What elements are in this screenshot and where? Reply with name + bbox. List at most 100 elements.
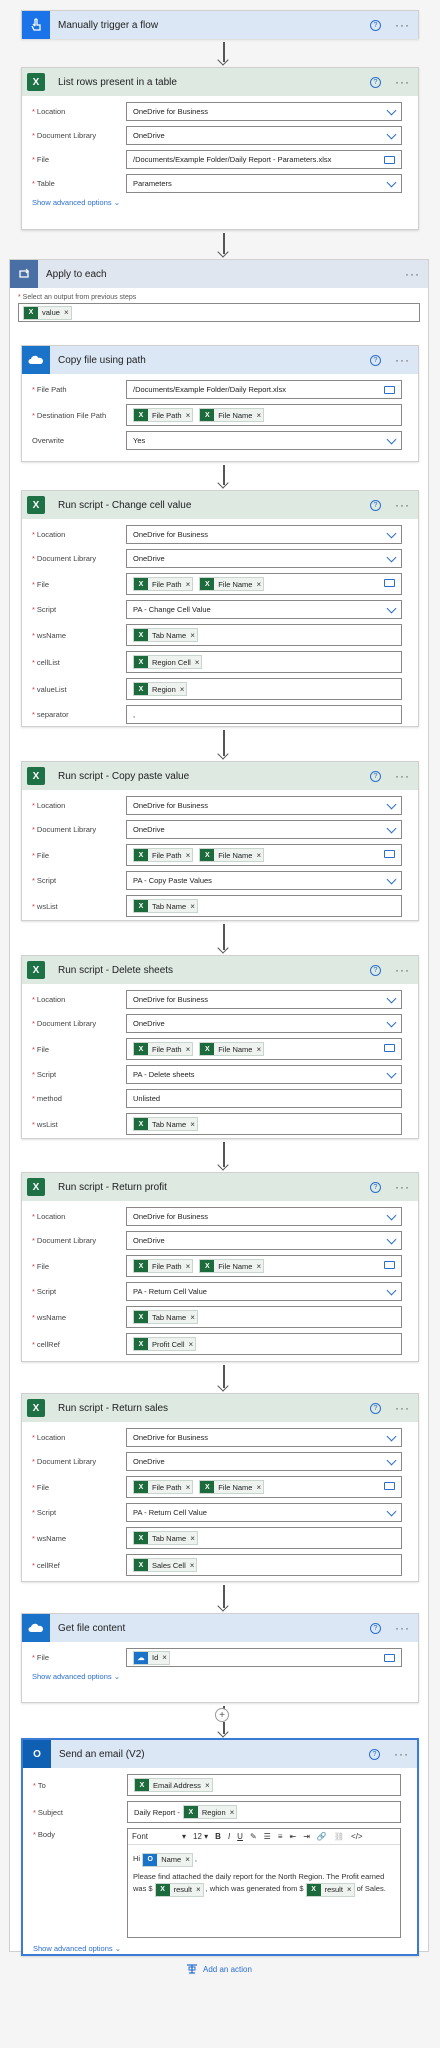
remove-token-icon[interactable]: × — [186, 851, 191, 860]
folder-icon[interactable] — [384, 386, 395, 394]
file-input[interactable]: /Documents/Example Folder/Daily Report -… — [126, 150, 402, 169]
select-output-input[interactable]: Xvalue × — [18, 303, 420, 322]
file-path-input[interactable]: /Documents/Example Folder/Daily Report.x… — [126, 380, 402, 399]
code-view-icon[interactable]: </> — [351, 1832, 363, 1841]
show-advanced-options-link[interactable]: Show advanced options ⌄ — [30, 1672, 410, 1681]
remove-token-icon[interactable]: × — [186, 1045, 191, 1054]
tab-name-token[interactable]: X Tab Name × — [133, 899, 198, 913]
method-input[interactable]: Unlisted — [126, 1089, 402, 1108]
folder-icon[interactable] — [384, 1482, 395, 1490]
name-token[interactable]: O Name × — [142, 1853, 193, 1867]
table-dropdown[interactable]: Parameters — [126, 174, 402, 193]
file-input[interactable]: X File Path × X File Name × — [126, 1038, 402, 1060]
remove-token-icon[interactable]: × — [256, 851, 261, 860]
remove-token-icon[interactable]: × — [190, 631, 195, 640]
location-dropdown[interactable]: OneDrive for Business — [126, 990, 402, 1009]
separator-input[interactable]: , — [126, 705, 402, 724]
tab-name-token[interactable]: X Tab Name × — [133, 628, 198, 642]
file-path-token[interactable]: X File Path × — [133, 848, 194, 862]
more-options-icon[interactable]: ··· — [395, 354, 410, 366]
add-action-button[interactable]: Add an action — [186, 1963, 252, 1975]
more-options-icon[interactable]: ··· — [395, 76, 410, 88]
run-script-return-profit-card[interactable]: X Run script - Return profit ? ··· * Loca… — [21, 1172, 419, 1362]
file-input[interactable]: X File Path × X File Name × — [126, 1476, 402, 1498]
script-dropdown[interactable]: PA - Delete sheets — [126, 1065, 402, 1084]
help-icon[interactable]: ? — [370, 1181, 381, 1193]
file-path-token[interactable]: X File Path × — [133, 408, 194, 422]
show-advanced-options-link[interactable]: Show advanced options ⌄ — [30, 198, 410, 207]
remove-token-icon[interactable]: × — [180, 685, 185, 694]
cellref-input[interactable]: X Profit Cell × — [126, 1333, 402, 1355]
library-dropdown[interactable]: OneDrive — [126, 1014, 402, 1033]
increase-indent-icon[interactable]: ⇥ — [303, 1832, 310, 1841]
help-icon[interactable]: ? — [370, 354, 381, 366]
remove-token-icon[interactable]: × — [186, 1483, 191, 1492]
body-editor[interactable]: Font ▾ 12 ▾ B I U ✎ ☰ ≡ ⇤ ⇥ 🔗 ⛓ </> Hi ON… — [127, 1828, 401, 1938]
file-name-token[interactable]: X File Name × — [199, 1480, 265, 1494]
file-input[interactable]: X File Path × X File Name × — [126, 573, 402, 595]
underline-icon[interactable]: U — [237, 1832, 243, 1841]
location-dropdown[interactable]: OneDrive for Business — [126, 1428, 402, 1447]
more-options-icon[interactable]: ··· — [405, 268, 420, 280]
remove-token-icon[interactable]: × — [162, 1653, 167, 1662]
result-token[interactable]: Xresult × — [305, 1883, 355, 1897]
library-dropdown[interactable]: OneDrive — [126, 820, 402, 839]
region-cell-token[interactable]: X Region Cell × — [133, 655, 203, 669]
help-icon[interactable]: ? — [370, 76, 381, 88]
unlink-icon[interactable]: ⛓ — [334, 1832, 344, 1841]
italic-icon[interactable]: I — [228, 1832, 230, 1841]
celllist-input[interactable]: X Region Cell × — [126, 651, 402, 673]
more-options-icon[interactable]: ··· — [395, 499, 410, 511]
wsname-input[interactable]: X Tab Name × — [126, 624, 402, 646]
more-options-icon[interactable]: ··· — [394, 1748, 409, 1760]
wsname-input[interactable]: X Tab Name × — [126, 1306, 402, 1328]
id-token[interactable]: ☁ Id × — [133, 1650, 170, 1665]
run-script-change-cell-card[interactable]: X Run script - Change cell value ? ··· *… — [21, 490, 419, 727]
remove-token-icon[interactable]: × — [190, 1534, 195, 1543]
help-icon[interactable]: ? — [369, 1748, 380, 1760]
more-options-icon[interactable]: ··· — [395, 19, 410, 31]
folder-icon[interactable] — [384, 579, 395, 587]
file-name-token[interactable]: X File Name × — [199, 848, 265, 862]
wslist-input[interactable]: X Tab Name × — [126, 1113, 402, 1135]
file-name-token[interactable]: X File Name × — [199, 1042, 265, 1056]
folder-icon[interactable] — [384, 1261, 395, 1269]
file-name-token[interactable]: X File Name × — [199, 408, 265, 422]
profit-cell-token[interactable]: X Profit Cell × — [133, 1337, 197, 1351]
remove-token-icon[interactable]: × — [186, 580, 191, 589]
remove-token-icon[interactable]: × — [256, 1262, 261, 1271]
bullet-list-icon[interactable]: ☰ — [264, 1832, 271, 1841]
help-icon[interactable]: ? — [370, 964, 381, 976]
remove-token-icon[interactable]: × — [205, 1781, 210, 1790]
file-name-token[interactable]: X File Name × — [199, 1259, 265, 1273]
script-dropdown[interactable]: PA - Copy Paste Values — [126, 871, 402, 890]
more-options-icon[interactable]: ··· — [395, 1181, 410, 1193]
copy-file-card[interactable]: Copy file using path ? ··· * File Path/Do… — [21, 345, 419, 462]
folder-icon[interactable] — [384, 1654, 395, 1662]
location-dropdown[interactable]: OneDrive for Business — [126, 102, 402, 121]
remove-token-icon[interactable]: × — [230, 1808, 235, 1817]
file-input[interactable]: X File Path × X File Name × — [126, 1255, 402, 1277]
insert-step-button[interactable]: + — [215, 1708, 229, 1722]
subject-input[interactable]: Daily Report - X Region × — [127, 1801, 401, 1823]
run-script-copy-paste-card[interactable]: X Run script - Copy paste value ? ··· * L… — [21, 761, 419, 921]
folder-icon[interactable] — [384, 850, 395, 858]
remove-token-icon[interactable]: × — [190, 902, 195, 911]
sales-cell-token[interactable]: X Sales Cell × — [133, 1558, 198, 1572]
send-email-card[interactable]: O Send an email (V2) ? ··· * To X Email Add… — [21, 1738, 419, 1956]
trigger-card[interactable]: Manually trigger a flow ? ··· — [21, 10, 419, 39]
script-dropdown[interactable]: PA - Return Cell Value — [126, 1503, 402, 1522]
remove-token-icon[interactable]: × — [190, 1313, 195, 1322]
help-icon[interactable]: ? — [370, 770, 381, 782]
library-dropdown[interactable]: OneDrive — [126, 1231, 402, 1250]
show-advanced-options-link[interactable]: Show advanced options ⌄ — [31, 1944, 409, 1953]
remove-token-icon[interactable]: × — [186, 411, 191, 420]
email-address-token[interactable]: X Email Address × — [134, 1778, 213, 1792]
help-icon[interactable]: ? — [370, 499, 381, 511]
remove-token-icon[interactable]: × — [256, 1483, 261, 1492]
cellref-input[interactable]: X Sales Cell × — [126, 1554, 402, 1576]
font-size-dropdown[interactable]: 12 ▾ — [193, 1832, 208, 1841]
file-path-token[interactable]: X File Path × — [133, 1480, 194, 1494]
font-dropdown[interactable]: Font ▾ — [132, 1832, 186, 1841]
wsname-input[interactable]: X Tab Name × — [126, 1527, 402, 1549]
